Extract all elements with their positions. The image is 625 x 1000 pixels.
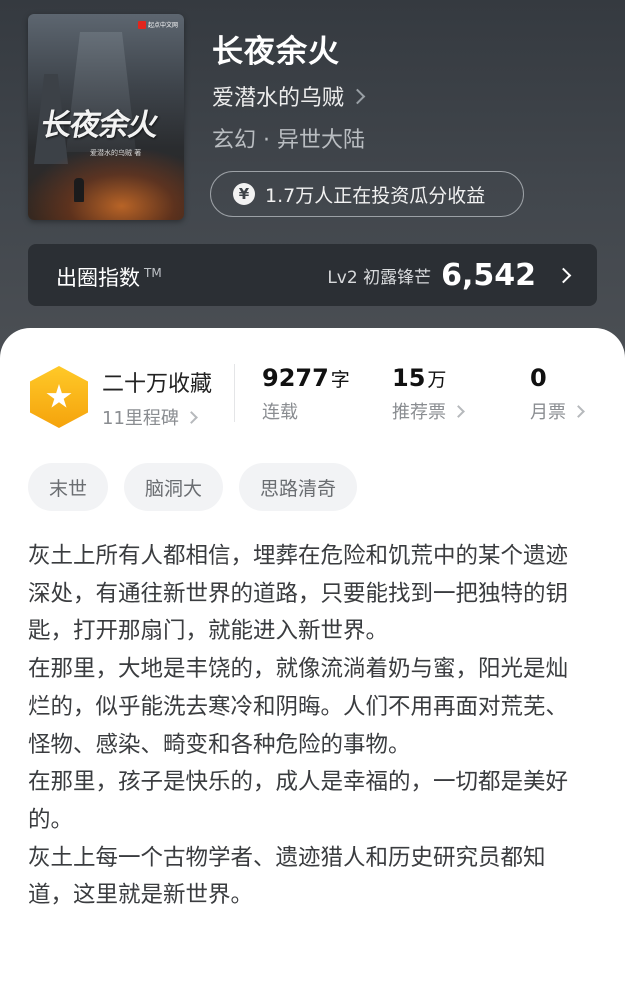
cover-publisher-badge: 起点中文网 — [137, 20, 178, 29]
stats-divider — [234, 364, 235, 422]
cover-author: 爱潜水的乌贼 著 — [90, 149, 142, 157]
book-header: 起点中文网 长夜余火 爱潜水的乌贼 著 长夜余火 爱潜水的乌贼 玄幻 · 异世大… — [0, 0, 625, 360]
milestone-label: 11里程碑 — [102, 408, 179, 429]
tag-chip[interactable]: 末世 — [28, 463, 109, 511]
synopsis-paragraph: 灰土上所有人都相信，埋葬在危险和饥荒中的某个遗迹深处，有通往新世界的道路，只要能… — [28, 543, 569, 645]
book-genre: 玄幻 · 异世大陆 — [212, 128, 365, 153]
word-count: 9277 — [262, 364, 329, 392]
book-detail-card: 二十万收藏 11里程碑 9277 字 连载 15 万 推荐票 0 月票 末世 脑洞大… — [0, 328, 625, 1000]
word-count-unit: 字 — [330, 369, 350, 391]
chevron-right-icon — [185, 410, 198, 424]
word-count-stat: 9277 字 连载 — [262, 364, 350, 424]
cover-publisher-label: 起点中文网 — [147, 22, 178, 29]
chevron-right-icon — [555, 267, 572, 283]
recommend-unit: 万 — [427, 369, 447, 391]
invest-label: 1.7万人正在投资瓜分收益 — [265, 184, 486, 207]
author-link[interactable]: 爱潜水的乌贼 — [212, 80, 366, 112]
cover-art-figure — [74, 178, 84, 202]
cover-art-fire-glow — [28, 150, 184, 220]
invest-button[interactable]: ¥ 1.7万人正在投资瓜分收益 — [210, 171, 524, 217]
influence-label-text: 出圈指数 — [56, 266, 140, 290]
tag-chip[interactable]: 思路清奇 — [239, 463, 358, 511]
publisher-logo-icon — [137, 20, 146, 29]
author-name: 爱潜水的乌贼 — [212, 86, 345, 111]
chevron-right-icon — [452, 404, 465, 418]
collection-badge-icon — [30, 366, 88, 428]
cover-title: 长夜余火 — [38, 108, 161, 143]
monthly-count: 0 — [530, 364, 547, 392]
influence-score: Lv2 初露锋芒 6,542 — [327, 244, 572, 306]
milestone-link: 11里程碑 — [102, 404, 212, 430]
influence-level: Lv2 初露锋芒 — [327, 267, 432, 288]
tag-chip[interactable]: 脑洞大 — [124, 463, 224, 511]
collection-stat[interactable]: 二十万收藏 11里程碑 — [102, 366, 212, 430]
influence-index-bar[interactable]: 出圈指数 TM Lv2 初露锋芒 6,542 — [28, 244, 597, 306]
star-icon — [46, 384, 72, 408]
collection-title: 二十万收藏 — [102, 372, 213, 397]
monthly-label: 月票 — [530, 402, 566, 423]
chevron-right-icon — [572, 404, 585, 418]
recommend-count: 15 — [392, 364, 426, 392]
influence-value: 6,542 — [441, 257, 536, 293]
tag-list: 末世 脑洞大 思路清奇 — [28, 463, 358, 511]
recommend-stat[interactable]: 15 万 推荐票 — [392, 364, 465, 424]
synopsis: 灰土上所有人都相信，埋葬在危险和饥荒中的某个遗迹深处，有通往新世界的道路，只要能… — [28, 538, 580, 915]
recommend-label: 推荐票 — [392, 402, 446, 423]
synopsis-paragraph: 灰土上每一个古物学者、遗迹猎人和历史研究员都知道，这里就是新世界。 — [28, 844, 546, 909]
monthly-ticket-stat[interactable]: 0 月票 — [530, 364, 585, 424]
book-title: 长夜余火 — [212, 34, 340, 70]
influence-label: 出圈指数 TM — [56, 262, 162, 292]
chevron-right-icon — [349, 88, 366, 104]
trademark-mark: TM — [144, 266, 162, 280]
yen-coin-icon: ¥ — [233, 183, 255, 205]
serial-status: 连载 — [262, 402, 298, 423]
book-cover[interactable]: 起点中文网 长夜余火 爱潜水的乌贼 著 — [28, 14, 184, 220]
synopsis-paragraph: 在那里，大地是丰饶的，就像流淌着奶与蜜，阳光是灿烂的，似乎能洗去寒冷和阴晦。人们… — [28, 656, 569, 758]
synopsis-paragraph: 在那里，孩子是快乐的，成人是幸福的，一切都是美好的。 — [28, 769, 569, 833]
